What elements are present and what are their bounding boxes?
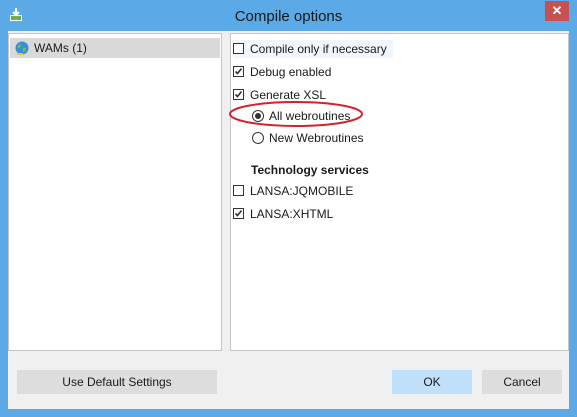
checkbox-checked[interactable] [233,66,244,77]
ok-button[interactable]: OK [392,370,472,394]
jqmobile-checkbox[interactable]: LANSA:JQMOBILE [233,182,393,200]
close-button[interactable]: ✕ [545,1,569,21]
globe-icon [15,41,29,55]
dialog-body: WAMs (1) Compile only if necessary Debug… [8,31,569,409]
options-panel: Compile only if necessary Debug enabled … [230,33,569,351]
checkbox-checked[interactable] [233,89,244,100]
checkmark-icon [234,91,243,98]
title-bar[interactable]: Compile options ✕ [0,0,577,31]
technology-services-heading: Technology services [251,163,369,177]
checkbox-checked[interactable] [233,208,244,219]
checkmark-icon [234,68,243,75]
radio-selected[interactable] [252,110,264,122]
tree-panel: WAMs (1) [8,33,222,351]
tree-item-label: WAMs (1) [34,41,87,55]
radio-unselected[interactable] [252,132,264,144]
use-default-settings-button[interactable]: Use Default Settings [17,370,217,394]
checkbox-unchecked[interactable] [233,43,244,54]
radio-dot [255,113,261,119]
all-webroutines-radio[interactable]: All webroutines [252,107,372,125]
xhtml-checkbox[interactable]: LANSA:XHTML [233,205,393,223]
new-webroutines-radio[interactable]: New Webroutines [252,129,382,147]
compile-only-checkbox[interactable]: Compile only if necessary [233,40,393,58]
debug-enabled-checkbox[interactable]: Debug enabled [233,63,393,81]
tree-item-wams[interactable]: WAMs (1) [10,38,220,58]
cancel-button[interactable]: Cancel [482,370,562,394]
dialog-window: Compile options ✕ WAMs (1) Compile only … [0,0,577,417]
generate-xsl-checkbox[interactable]: Generate XSL [233,86,393,104]
checkmark-icon [234,210,243,217]
checkbox-unchecked[interactable] [233,185,244,196]
window-title: Compile options [234,8,343,25]
